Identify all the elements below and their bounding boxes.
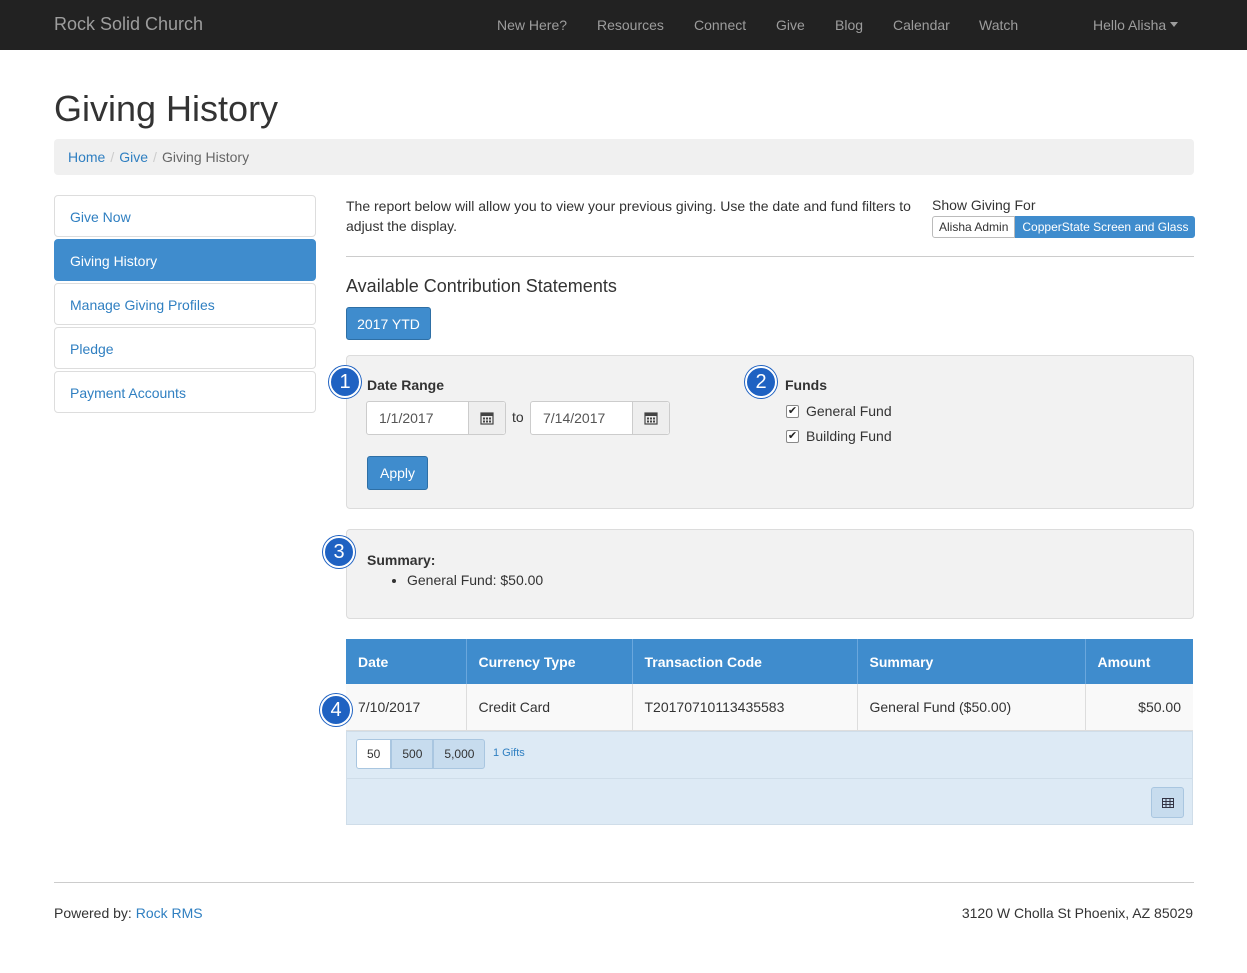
- powered-by: Powered by: Rock RMS: [54, 905, 203, 921]
- page-size-5000[interactable]: 5,000: [433, 739, 486, 769]
- fund-checkbox-building[interactable]: ✔ Building Fund: [786, 428, 892, 444]
- breadcrumb-separator: /: [153, 149, 157, 165]
- funds-label: Funds: [785, 377, 827, 393]
- callout-badge-4: 4: [320, 694, 352, 726]
- cell-summary: General Fund ($50.00): [857, 684, 1086, 731]
- top-navbar: Rock Solid Church New Here? Resources Co…: [0, 0, 1247, 50]
- cell-currency-type: Credit Card: [466, 684, 633, 731]
- nav-blog[interactable]: Blog: [835, 17, 863, 33]
- transactions-table: Date Currency Type Transaction Code Summ…: [346, 639, 1193, 731]
- show-giving-for-label: Show Giving For: [932, 197, 1036, 213]
- callout-badge-1: 1: [329, 366, 361, 398]
- gifts-count: 1 Gifts: [493, 747, 525, 759]
- section-divider: [346, 256, 1194, 257]
- summary-title: Summary:: [367, 552, 436, 568]
- column-header-amount[interactable]: Amount: [1085, 639, 1193, 684]
- breadcrumb-current: Giving History: [161, 149, 250, 165]
- breadcrumb: Home / Give / Giving History: [54, 139, 1194, 175]
- fund-name: General Fund: [806, 403, 892, 419]
- column-header-summary[interactable]: Summary: [857, 639, 1086, 684]
- start-date-input[interactable]: [367, 402, 468, 434]
- sidebar-item-payment-accounts[interactable]: Payment Accounts: [54, 371, 316, 413]
- excel-export-icon: [1161, 797, 1174, 808]
- date-range-to-label: to: [512, 409, 524, 425]
- sidebar-item-manage-giving-profiles[interactable]: Manage Giving Profiles: [54, 283, 316, 325]
- page-title: Giving History: [54, 88, 279, 129]
- table-footer: 50 500 5,000 1 Gifts: [346, 731, 1193, 825]
- cell-transaction-code: T20170710113435583: [632, 684, 858, 731]
- breadcrumb-separator: /: [110, 149, 115, 165]
- calendar-icon[interactable]: [468, 402, 505, 434]
- excel-export-button[interactable]: [1151, 787, 1184, 818]
- cell-amount: $50.00: [1085, 684, 1193, 731]
- show-giving-for-toggle: Alisha Admin CopperState Screen and Glas…: [932, 216, 1196, 238]
- nav-new-here[interactable]: New Here?: [497, 17, 567, 33]
- powered-by-label: Powered by:: [54, 905, 132, 921]
- apply-button[interactable]: Apply: [367, 456, 428, 490]
- end-date-picker: [530, 401, 670, 435]
- church-address: 3120 W Cholla St Phoenix, AZ 85029: [961, 905, 1193, 921]
- statements-title: Available Contribution Statements: [346, 276, 617, 296]
- callout-badge-2: 2: [745, 366, 777, 398]
- fund-checkbox-general[interactable]: ✔ General Fund: [786, 403, 892, 419]
- footer-divider: [54, 882, 1194, 883]
- table-header-row: Date Currency Type Transaction Code Summ…: [346, 639, 1193, 684]
- nav-give[interactable]: Give: [776, 17, 805, 33]
- nav-calendar[interactable]: Calendar: [893, 17, 950, 33]
- column-header-currency-type[interactable]: Currency Type: [466, 639, 633, 684]
- callout-badge-3: 3: [323, 536, 355, 568]
- nav-watch[interactable]: Watch: [979, 17, 1018, 33]
- page-size-selector: 50 500 5,000: [356, 739, 486, 769]
- user-greeting: Hello Alisha: [1093, 17, 1167, 33]
- caret-down-icon: [1170, 22, 1179, 27]
- show-giving-for-copperstate[interactable]: CopperState Screen and Glass: [1015, 216, 1196, 238]
- footer-divider: [347, 778, 1192, 779]
- page-size-50[interactable]: 50: [356, 739, 392, 769]
- table-row[interactable]: 7/10/2017 Credit Card T20170710113435583…: [346, 684, 1193, 731]
- statement-2017-ytd-button[interactable]: 2017 YTD: [346, 307, 431, 340]
- start-date-picker: [366, 401, 506, 435]
- column-header-date[interactable]: Date: [346, 639, 467, 684]
- show-giving-for-alisha-admin[interactable]: Alisha Admin: [932, 216, 1016, 238]
- nav-resources[interactable]: Resources: [597, 17, 664, 33]
- date-range-label: Date Range: [367, 377, 445, 393]
- end-date-input[interactable]: [531, 402, 632, 434]
- giving-sidebar: Give Now Giving History Manage Giving Pr…: [54, 195, 316, 415]
- sidebar-item-giving-history[interactable]: Giving History: [54, 239, 316, 281]
- summary-item: General Fund: $50.00: [407, 572, 543, 588]
- summary-list: General Fund: $50.00: [387, 572, 543, 588]
- main-nav: New Here? Resources Connect Give Blog Ca…: [0, 17, 1247, 35]
- intro-text: The report below will allow you to view …: [346, 198, 911, 234]
- column-header-transaction-code[interactable]: Transaction Code: [632, 639, 858, 684]
- rock-rms-link[interactable]: Rock RMS: [136, 905, 203, 921]
- calendar-icon[interactable]: [632, 402, 669, 434]
- checkbox-checked-icon[interactable]: ✔: [786, 429, 799, 443]
- breadcrumb-give[interactable]: Give: [119, 149, 148, 165]
- fund-name: Building Fund: [806, 428, 892, 444]
- page-size-500[interactable]: 500: [391, 739, 434, 769]
- nav-connect[interactable]: Connect: [694, 17, 746, 33]
- cell-date: 7/10/2017: [346, 684, 467, 731]
- summary-panel: Summary: General Fund: $50.00: [346, 529, 1194, 619]
- sidebar-item-pledge[interactable]: Pledge: [54, 327, 316, 369]
- checkbox-checked-icon[interactable]: ✔: [786, 404, 799, 418]
- breadcrumb-home[interactable]: Home: [68, 149, 105, 165]
- sidebar-item-give-now[interactable]: Give Now: [54, 195, 316, 237]
- user-menu-toggle[interactable]: Hello Alisha: [1093, 17, 1179, 33]
